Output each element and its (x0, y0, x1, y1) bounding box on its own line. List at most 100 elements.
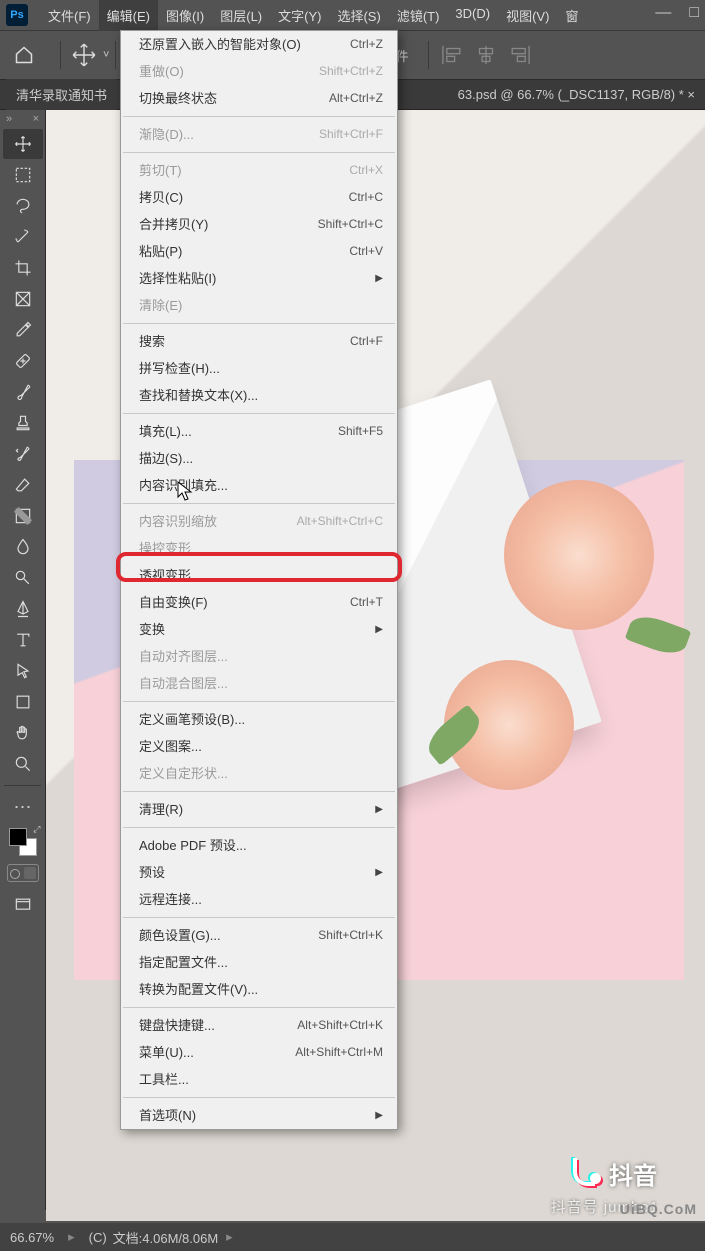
eraser-tool[interactable] (3, 470, 43, 500)
swap-colors-icon[interactable]: ⤢ (33, 824, 40, 835)
menu-item[interactable]: 定义图案... (121, 733, 397, 760)
menu-item: 重做(O)Shift+Ctrl+Z (121, 58, 397, 85)
crop-tool[interactable] (3, 253, 43, 283)
menu-separator (123, 503, 395, 504)
menu-bar: Ps 文件(F)编辑(E)图像(I)图层(L)文字(Y)选择(S)滤镜(T)3D… (0, 0, 705, 30)
history-brush-tool[interactable] (3, 439, 43, 469)
menu-separator (123, 116, 395, 117)
menu-item[interactable]: 搜索Ctrl+F (121, 328, 397, 355)
frame-tool[interactable] (3, 284, 43, 314)
menu-item[interactable]: 透视变形 (121, 562, 397, 589)
menu-[interactable]: 窗 (557, 0, 586, 31)
menu-separator (123, 1097, 395, 1098)
document-tab[interactable]: 清华录取通知书 (6, 79, 117, 110)
menu-y[interactable]: 文字(Y) (270, 0, 329, 31)
douyin-icon (571, 1157, 601, 1191)
status-icon: (C) (89, 1230, 107, 1245)
menu-separator (123, 701, 395, 702)
menu-separator (123, 1007, 395, 1008)
menu-item[interactable]: 首选项(N)▶ (121, 1102, 397, 1129)
marquee-tool[interactable] (3, 160, 43, 190)
menu-item[interactable]: 内容识别填充... (121, 472, 397, 499)
align-right-icon[interactable] (507, 42, 533, 68)
menu-item[interactable]: 键盘快捷键...Alt+Shift+Ctrl+K (121, 1012, 397, 1039)
screen-mode-icon[interactable] (3, 890, 43, 920)
document-size: 文档:4.06M/8.06M (113, 1228, 219, 1247)
magic-wand-tool[interactable] (3, 222, 43, 252)
home-icon[interactable] (10, 41, 38, 69)
menu-item[interactable]: 查找和替换文本(X)... (121, 382, 397, 409)
menu-item[interactable]: 自由变换(F)Ctrl+T (121, 589, 397, 616)
menu-item[interactable]: 定义画笔预设(B)... (121, 706, 397, 733)
align-left-icon[interactable] (439, 42, 465, 68)
menu-item[interactable]: 填充(L)...Shift+F5 (121, 418, 397, 445)
menu-item[interactable]: 拼写检查(H)... (121, 355, 397, 382)
collapse-icon[interactable]: » (6, 113, 12, 125)
menu-item[interactable]: 合并拷贝(Y)Shift+Ctrl+C (121, 211, 397, 238)
shape-tool[interactable] (3, 687, 43, 717)
minimize-button[interactable]: — (655, 4, 671, 22)
menu-s[interactable]: 选择(S) (329, 0, 388, 31)
status-bar: 66.67% ▸ (C) 文档:4.06M/8.06M ▸ (0, 1223, 705, 1251)
menu-separator (123, 152, 395, 153)
menu-l[interactable]: 图层(L) (212, 0, 270, 31)
rose-graphic (504, 480, 654, 630)
menu-separator (123, 827, 395, 828)
menu-i[interactable]: 图像(I) (158, 0, 212, 31)
menu-e[interactable]: 编辑(E) (99, 0, 158, 31)
menu-item[interactable]: 切换最终状态Alt+Ctrl+Z (121, 85, 397, 112)
menu-v[interactable]: 视图(V) (498, 0, 557, 31)
menu-item[interactable]: 拷贝(C)Ctrl+C (121, 184, 397, 211)
color-swatches[interactable]: ⤢ (9, 828, 37, 856)
foreground-color[interactable] (9, 828, 27, 846)
app-logo: Ps (6, 4, 28, 26)
maximize-button[interactable]: □ (689, 4, 699, 22)
menu-item[interactable]: 转换为配置文件(V)... (121, 976, 397, 1003)
menu-item[interactable]: 还原置入嵌入的智能对象(O)Ctrl+Z (121, 31, 397, 58)
menu-item: 自动混合图层... (121, 670, 397, 697)
stamp-tool[interactable] (3, 408, 43, 438)
path-select-tool[interactable] (3, 656, 43, 686)
window-controls: — □ (655, 4, 699, 22)
zoom-tool[interactable] (3, 749, 43, 779)
menu-item[interactable]: 菜单(U)...Alt+Shift+Ctrl+M (121, 1039, 397, 1066)
menu-item[interactable]: 预设▶ (121, 859, 397, 886)
lasso-tool[interactable] (3, 191, 43, 221)
align-center-icon[interactable] (473, 42, 499, 68)
menu-item: 清除(E) (121, 292, 397, 319)
menu-item[interactable]: 描边(S)... (121, 445, 397, 472)
menu-item[interactable]: 远程连接... (121, 886, 397, 913)
menu-separator (123, 791, 395, 792)
dodge-tool[interactable] (3, 563, 43, 593)
menu-item[interactable]: 选择性粘贴(I)▶ (121, 265, 397, 292)
zoom-level[interactable]: 66.67% (10, 1230, 54, 1245)
menu-item[interactable]: 粘贴(P)Ctrl+V (121, 238, 397, 265)
type-tool[interactable] (3, 625, 43, 655)
eyedropper-tool[interactable] (3, 315, 43, 345)
menu-item[interactable]: 清理(R)▶ (121, 796, 397, 823)
document-tab[interactable]: 63.psd @ 66.7% (_DSC1137, RGB/8) * × (448, 81, 705, 108)
menu-item[interactable]: 颜色设置(G)...Shift+Ctrl+K (121, 922, 397, 949)
menu-item: 剪切(T)Ctrl+X (121, 157, 397, 184)
menu-item[interactable]: 指定配置文件... (121, 949, 397, 976)
douyin-watermark: 抖音 (571, 1156, 657, 1191)
blur-tool[interactable] (3, 532, 43, 562)
menu-item: 定义自定形状... (121, 760, 397, 787)
edit-toolbar-icon[interactable]: ⋯ (3, 792, 43, 822)
menu-dd[interactable]: 3D(D) (447, 0, 498, 31)
menu-item[interactable]: 变换▶ (121, 616, 397, 643)
healing-tool[interactable] (3, 346, 43, 376)
menu-item[interactable]: Adobe PDF 预设... (121, 832, 397, 859)
close-icon[interactable]: × (33, 113, 39, 125)
menu-f[interactable]: 文件(F) (40, 0, 99, 31)
menu-item[interactable]: 工具栏... (121, 1066, 397, 1093)
pen-tool[interactable] (3, 594, 43, 624)
move-tool[interactable] (3, 129, 43, 159)
quick-mask-toggle[interactable] (7, 864, 39, 882)
menu-t[interactable]: 滤镜(T) (389, 0, 448, 31)
hand-tool[interactable] (3, 718, 43, 748)
gradient-tool[interactable] (3, 501, 43, 531)
brush-tool[interactable] (3, 377, 43, 407)
menu-separator (123, 917, 395, 918)
move-tool-icon[interactable] (71, 42, 97, 68)
